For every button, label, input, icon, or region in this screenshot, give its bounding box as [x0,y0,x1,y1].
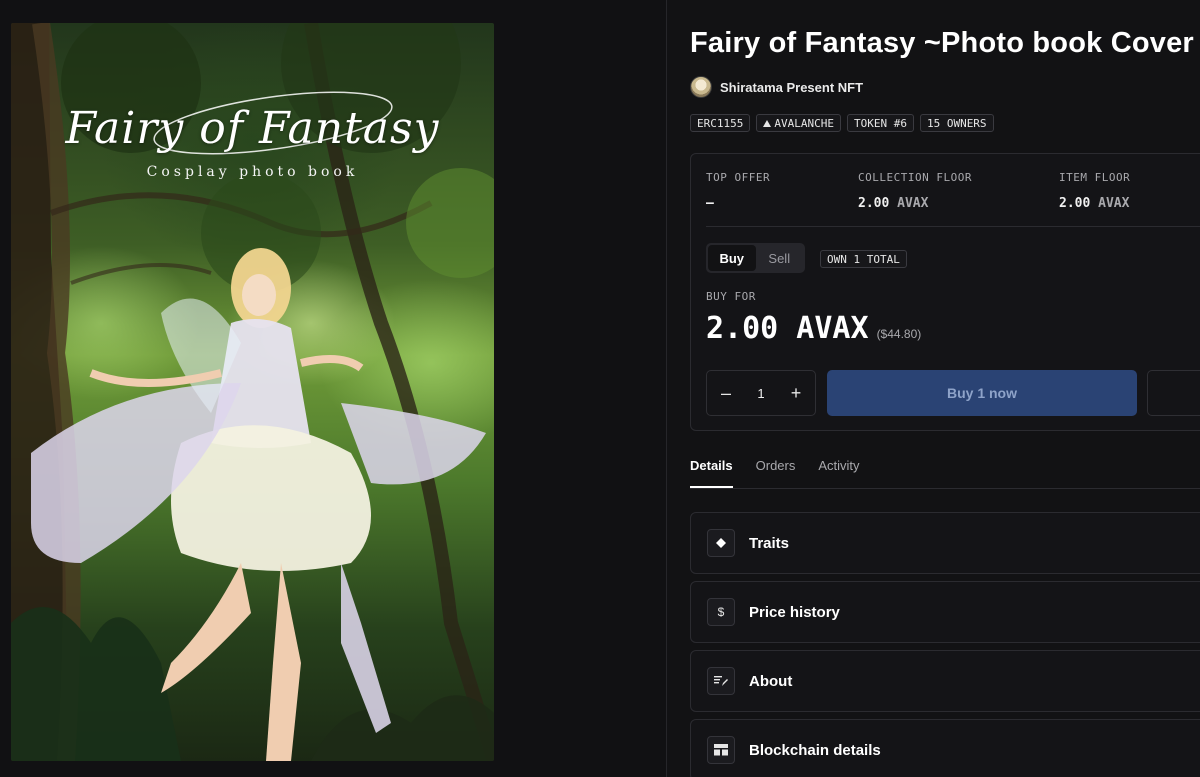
item-badges: ERC1155 AVALANCHE TOKEN #6 15 OWNERS [690,114,994,132]
quantity-value[interactable]: 1 [757,386,764,401]
chain-badge[interactable]: AVALANCHE [756,114,841,132]
artwork-subtitle: Cosplay photo book [146,164,359,180]
collection-floor-unit: AVAX [897,196,929,211]
top-offer-stat: TOP OFFER – [706,171,770,211]
buy-for-label: BUY FOR [706,290,756,303]
price-history-section[interactable]: $ Price history [690,581,1200,643]
token-standard-badge: ERC1155 [690,114,751,132]
price-row: 2.00 AVAX ($44.80) [706,311,921,346]
item-floor-value-row: 2.00 AVAX [1059,196,1130,211]
tab-orders[interactable]: Orders [756,458,796,488]
owners-badge[interactable]: 15 OWNERS [919,114,994,132]
detail-tabs: Details Orders Activity [690,458,860,488]
token-id-badge: TOKEN #6 [846,114,914,132]
top-offer-label: TOP OFFER [706,171,771,184]
top-offer-value: – [706,196,714,211]
dollar-icon: $ [707,598,735,626]
quantity-stepper: – 1 + [706,370,816,416]
tab-activity[interactable]: Activity [818,458,859,488]
blockchain-details-label: Blockchain details [749,741,881,759]
toggle-buy[interactable]: Buy [708,245,756,271]
tabs-divider [690,488,1200,489]
buy-price-usd: ($44.80) [876,327,922,341]
own-total-badge: OWN 1 TOTAL [820,250,907,268]
tab-details[interactable]: Details [690,458,733,488]
blockchain-details-section[interactable]: Blockchain details [690,719,1200,777]
chain-badge-label: AVALANCHE [774,116,834,130]
secondary-action-button[interactable] [1147,370,1200,416]
about-section[interactable]: About [690,650,1200,712]
media-panel: Fairy of Fantasy Cosplay photo book [0,0,667,777]
about-label: About [749,672,793,690]
buy-price: 2.00 AVAX [706,311,869,346]
creator-avatar [690,76,712,98]
creator-name: Shiratama Present NFT [720,79,864,95]
buy-sell-toggle: Buy Sell [706,243,805,273]
item-title: Fairy of Fantasy ~Photo book Cover [690,27,1194,59]
decrease-quantity-button[interactable]: – [717,383,735,404]
card-divider [706,226,1200,227]
traits-section[interactable]: Traits [690,512,1200,574]
collection-floor-stat: COLLECTION FLOOR 2.00 AVAX [858,171,972,211]
item-floor-label: ITEM FLOOR [1059,171,1131,184]
table-icon [707,736,735,764]
text-edit-icon [707,667,735,695]
item-floor-stat: ITEM FLOOR 2.00 AVAX [1059,171,1130,211]
nft-artwork-image[interactable]: Fairy of Fantasy Cosplay photo book [11,23,494,761]
collection-floor-value-row: 2.00 AVAX [858,196,972,211]
artwork-title: Fairy of Fantasy [65,103,440,154]
collection-floor-label: COLLECTION FLOOR [858,171,972,184]
buy-now-button[interactable]: Buy 1 now [827,370,1137,416]
increase-quantity-button[interactable]: + [787,383,805,404]
collection-floor-value: 2.00 [858,196,890,211]
item-floor-unit: AVAX [1098,196,1130,211]
avalanche-icon [763,119,772,127]
toggle-sell[interactable]: Sell [756,245,804,271]
item-floor-value: 2.00 [1059,196,1091,211]
diamond-icon [707,529,735,557]
trade-card: TOP OFFER – COLLECTION FLOOR 2.00 AVAX I… [690,153,1200,431]
traits-label: Traits [749,534,790,552]
price-history-label: Price history [749,603,840,621]
creator-link[interactable]: Shiratama Present NFT [690,76,863,98]
